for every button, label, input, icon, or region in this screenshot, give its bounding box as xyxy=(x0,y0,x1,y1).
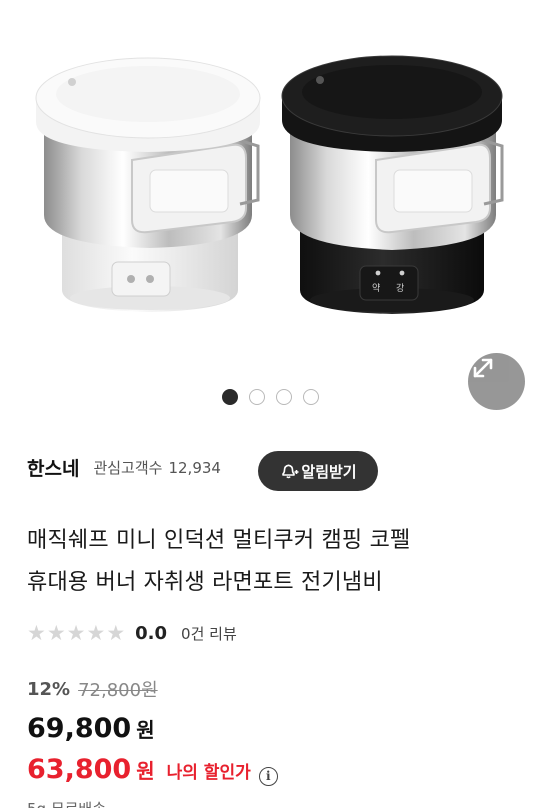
star-icon: ★ xyxy=(86,621,106,645)
black-cooker-image: 약 강 xyxy=(281,55,504,314)
alarm-button-label: 알림받기 xyxy=(301,462,357,481)
expand-arrows-icon xyxy=(473,358,493,378)
star-icon: ★ xyxy=(27,621,46,645)
svg-text:강: 강 xyxy=(396,283,404,294)
sale-price-unit: 원 xyxy=(136,718,155,742)
gallery-dot-2[interactable] xyxy=(248,389,265,405)
seller-info: 한스네 관심고객수 12,934 xyxy=(27,454,221,481)
star-icon: ★ xyxy=(66,621,86,645)
gallery-pagination xyxy=(0,389,540,405)
my-discount-label: 나의 할인가 xyxy=(166,763,251,783)
discount-rate: 12% xyxy=(27,678,71,700)
sale-price: 69,800 xyxy=(27,713,132,744)
rating-score: 0.0 xyxy=(135,622,168,644)
star-icon: ★ xyxy=(46,621,66,645)
svg-text:약: 약 xyxy=(372,282,380,294)
sale-price-row: 69,800 원 xyxy=(27,713,155,744)
product-title-line-2: 휴대용 버너 자취생 라면포트 전기냄비 xyxy=(27,570,383,595)
product-title-line-1: 매직쉐프 미니 인덕션 멀티쿠커 캠핑 코펠 xyxy=(27,528,411,553)
info-icon[interactable]: i xyxy=(258,766,278,786)
my-discount-price-unit: 원 xyxy=(136,759,155,783)
bell-plus-icon xyxy=(282,464,299,479)
shipping-info: 5g 무료배송 xyxy=(27,798,106,808)
gallery-dot-3[interactable] xyxy=(275,389,292,405)
star-icon: ★ xyxy=(106,621,126,645)
alarm-subscribe-button[interactable]: 알림받기 xyxy=(258,451,378,491)
my-price-row: 63,800 원 나의 할인가 i xyxy=(27,754,278,786)
product-image: 약 강 xyxy=(35,55,504,314)
white-cooker-image xyxy=(35,57,261,312)
followers-count: 12,934 xyxy=(168,458,221,477)
rating-row: ★ ★ ★ ★ ★ 0.0 0건 리뷰 xyxy=(27,622,237,644)
seller-name[interactable]: 한스네 xyxy=(27,454,79,481)
my-discount-price: 63,800 xyxy=(27,754,132,785)
discount-row: 12% 72,800원 xyxy=(27,676,158,702)
review-count-link[interactable]: 0건 리뷰 xyxy=(181,623,237,644)
product-gallery[interactable]: 약 강 xyxy=(0,0,540,420)
rating-stars: ★ ★ ★ ★ ★ xyxy=(27,622,125,644)
gallery-dot-1[interactable] xyxy=(221,389,238,405)
gallery-dot-4[interactable] xyxy=(302,389,319,405)
original-price: 72,800원 xyxy=(78,680,158,701)
product-title: 매직쉐프 미니 인덕션 멀티쿠커 캠핑 코펠 휴대용 버너 자취생 라면포트 전… xyxy=(27,520,527,604)
followers-label: 관심고객수 xyxy=(93,459,163,477)
